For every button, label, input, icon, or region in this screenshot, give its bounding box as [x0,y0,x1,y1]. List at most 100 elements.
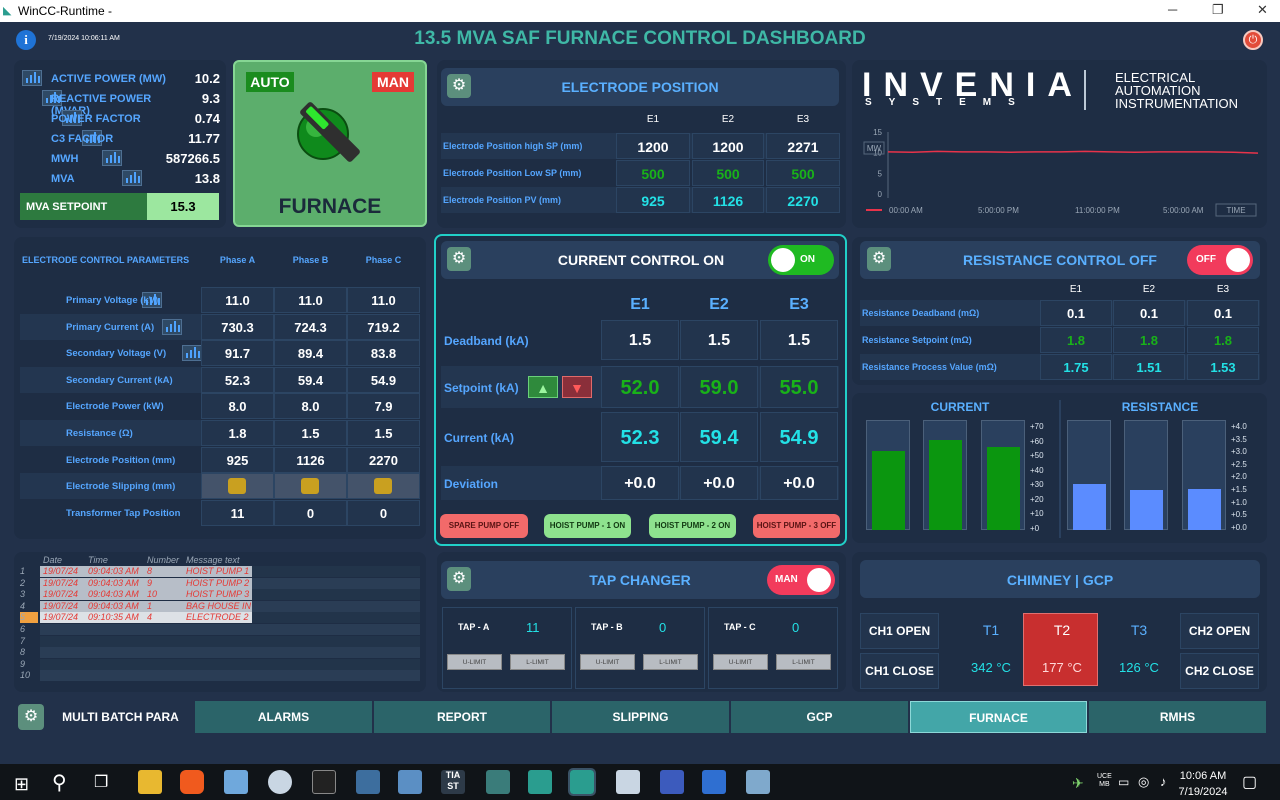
resistance-bar-tick: +1.5 [1231,485,1247,494]
power-row-value: 0.74 [194,111,220,126]
power-off-icon[interactable]: ⏻ [1243,30,1263,50]
pump-button[interactable]: HOIST PUMP - 2 ON [649,514,736,538]
current-control-settings-gear-icon[interactable]: ⚙ [447,247,471,271]
nav-button[interactable]: REPORT [374,701,550,733]
file-explorer-icon[interactable] [138,770,162,794]
resistance-control-settings-gear-icon[interactable]: ⚙ [867,247,891,271]
restore-icon[interactable]: ❐ [1212,2,1224,18]
ch1-close-button[interactable]: CH1 CLOSE [860,653,939,689]
brand-tagline: ELECTRICAL AUTOMATION INSTRUMENTATION [1115,71,1238,110]
resistance-bars-title: RESISTANCE [1121,400,1199,414]
ecp-row-label: Primary Current (A) [66,321,155,333]
notes-icon[interactable] [398,770,422,794]
slipping-alarm-icon[interactable] [374,478,392,495]
power-row-value: 13.8 [194,171,220,186]
nav-button[interactable]: FURNACE [910,701,1087,733]
mail-icon[interactable] [224,770,248,794]
tap-ulimit-button[interactable]: U-LIMIT [713,654,768,670]
grid-tool-icon[interactable] [702,770,726,794]
power-row-bar-icon[interactable] [22,70,42,86]
furnace-selector-switch-icon[interactable] [292,102,368,172]
network-tool-icon[interactable] [660,770,684,794]
alarm-row-number: 5 [20,612,38,624]
ch2-close-button[interactable]: CH2 CLOSE [1180,653,1259,689]
report-tool-icon[interactable] [616,770,640,794]
volume-icon[interactable]: ♪ [1160,774,1167,789]
ecp-value: 8.0 [201,393,274,420]
info-icon[interactable]: i [16,30,36,50]
alarm-row[interactable] [40,624,420,635]
ecp-row-label: Electrode Slipping (mm) [66,481,176,493]
ep-value: 500 [766,160,840,186]
wincc-config-icon[interactable] [486,770,510,794]
alarm-row[interactable] [40,635,420,647]
slipping-alarm-icon[interactable] [228,478,246,495]
nav-settings-gear-icon[interactable]: ⚙ [18,704,44,730]
slipping-alarm-icon[interactable] [301,478,319,495]
power-row-value: 10.2 [194,71,220,86]
rc-value: 1.75 [1040,354,1112,380]
database-tool-icon[interactable] [746,770,770,794]
man-button[interactable]: MAN [372,72,414,92]
editor-icon[interactable] [356,770,380,794]
pump-button[interactable]: HOIST PUMP - 1 ON [544,514,631,538]
alarm-cell: HOIST PUMP 3 [186,589,250,600]
wincc-explorer-icon[interactable] [528,770,552,794]
tap-ulimit-button[interactable]: U-LIMIT [580,654,635,670]
tap-changer-toggle[interactable]: MAN [767,565,835,595]
network-status-icon[interactable]: ✈ [1072,775,1084,792]
alarm-row[interactable] [40,658,420,670]
tia-portal-icon[interactable]: TIA ST [441,770,465,794]
rc-col-header: E2 [1142,284,1156,295]
nav-button[interactable]: RMHS [1089,701,1266,733]
trend-unit: MW [867,144,882,153]
tap-llimit-button[interactable]: L-LIMIT [776,654,831,670]
pump-button[interactable]: HOIST PUMP - 3 OFF [753,514,840,538]
battery-icon[interactable]: ▭ [1118,775,1129,789]
ecp-value: 925 [201,446,274,473]
resistance-control-toggle[interactable]: OFF [1187,245,1253,275]
paint-icon[interactable] [268,770,292,794]
pump-button[interactable]: SPARE PUMP OFF [440,514,528,538]
ecp-value: 11.0 [274,287,347,313]
task-view-icon[interactable]: ❐ [94,772,108,792]
ecp-row-bar-icon[interactable] [182,345,202,362]
tap-ulimit-button[interactable]: U-LIMIT [447,654,502,670]
close-icon[interactable]: ✕ [1257,2,1268,18]
setpoint-up-icon[interactable]: ▲ [528,376,558,398]
windows-start-icon[interactable]: ⊞ [14,774,29,795]
system-clock[interactable]: 10:06 AM 7/19/2024 [1178,768,1228,800]
current-control-toggle[interactable]: ON [768,245,834,275]
alarm-cell: 09:04:03 AM [88,589,139,600]
alarm-row[interactable] [40,670,420,682]
ch2-open-button[interactable]: CH2 OPEN [1180,613,1259,649]
terminal-icon[interactable] [312,770,336,794]
alarm-cell: ELECTRODE 2 [186,612,249,623]
search-icon[interactable]: ⚲ [52,770,67,795]
nav-button[interactable]: SLIPPING [552,701,729,733]
mva-setpoint-input[interactable]: 15.3 [147,193,219,220]
alarm-row[interactable] [40,647,420,659]
cc-value: 55.0 [760,366,838,408]
globe-icon[interactable]: ◎ [1138,774,1149,790]
tap-box [708,607,838,689]
minimize-icon[interactable]: ─ [1168,2,1177,17]
alarm-row-number: 2 [20,577,26,588]
nav-button[interactable]: MULTI BATCH PARA [48,701,193,733]
electrode-position-title: ELECTRODE POSITION [561,79,719,95]
ecp-value: 11 [201,499,274,526]
wincc-runtime-icon[interactable] [568,768,596,796]
cc-row-label: Deviation [444,477,499,491]
nav-button[interactable]: ALARMS [195,701,372,733]
language-indicator[interactable]: UCE MB [1097,773,1112,789]
tap-llimit-button[interactable]: L-LIMIT [643,654,698,670]
ecp-row-bar-icon[interactable] [162,318,182,335]
resistance-bar-tick: +3.5 [1231,434,1247,444]
setpoint-down-icon[interactable]: ▼ [562,376,592,398]
ch1-open-button[interactable]: CH1 OPEN [860,613,939,649]
auto-button[interactable]: AUTO [246,72,294,92]
brave-browser-icon[interactable] [180,770,204,794]
nav-button[interactable]: GCP [731,701,908,733]
tap-llimit-button[interactable]: L-LIMIT [510,654,565,670]
notifications-icon[interactable]: ▢ [1242,772,1257,792]
